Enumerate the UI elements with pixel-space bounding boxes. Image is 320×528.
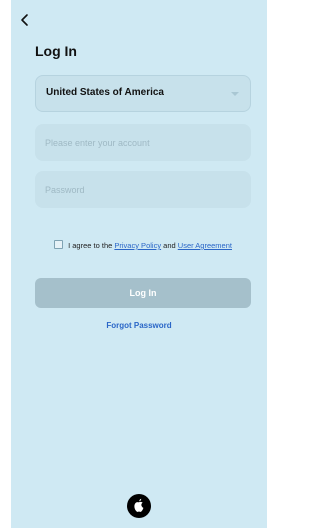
- chevron-left-icon: [21, 14, 28, 26]
- apple-icon: [134, 498, 144, 512]
- apple-login-button[interactable]: [127, 494, 151, 518]
- agreement-prefix: I agree to the: [68, 241, 113, 250]
- country-value: United States of America: [46, 87, 164, 98]
- chevron-down-icon: [231, 92, 239, 96]
- account-field-wrapper: [35, 124, 251, 161]
- agreement-row: I agree to the Privacy Policy and User A…: [54, 240, 254, 251]
- back-button[interactable]: [17, 12, 33, 28]
- privacy-policy-link[interactable]: Privacy Policy: [114, 241, 161, 250]
- agreement-checkbox[interactable]: [54, 240, 63, 249]
- login-screen: Log In United States of America I agree …: [11, 0, 267, 528]
- agreement-conjunction: and: [163, 241, 176, 250]
- password-field-wrapper: [35, 171, 251, 208]
- account-input[interactable]: [35, 124, 251, 161]
- login-button[interactable]: Log In: [35, 278, 251, 308]
- page-title: Log In: [35, 43, 77, 59]
- user-agreement-link[interactable]: User Agreement: [178, 241, 232, 250]
- password-input[interactable]: [35, 171, 251, 208]
- country-select[interactable]: United States of America: [35, 75, 251, 112]
- forgot-password-link[interactable]: Forgot Password: [11, 321, 267, 330]
